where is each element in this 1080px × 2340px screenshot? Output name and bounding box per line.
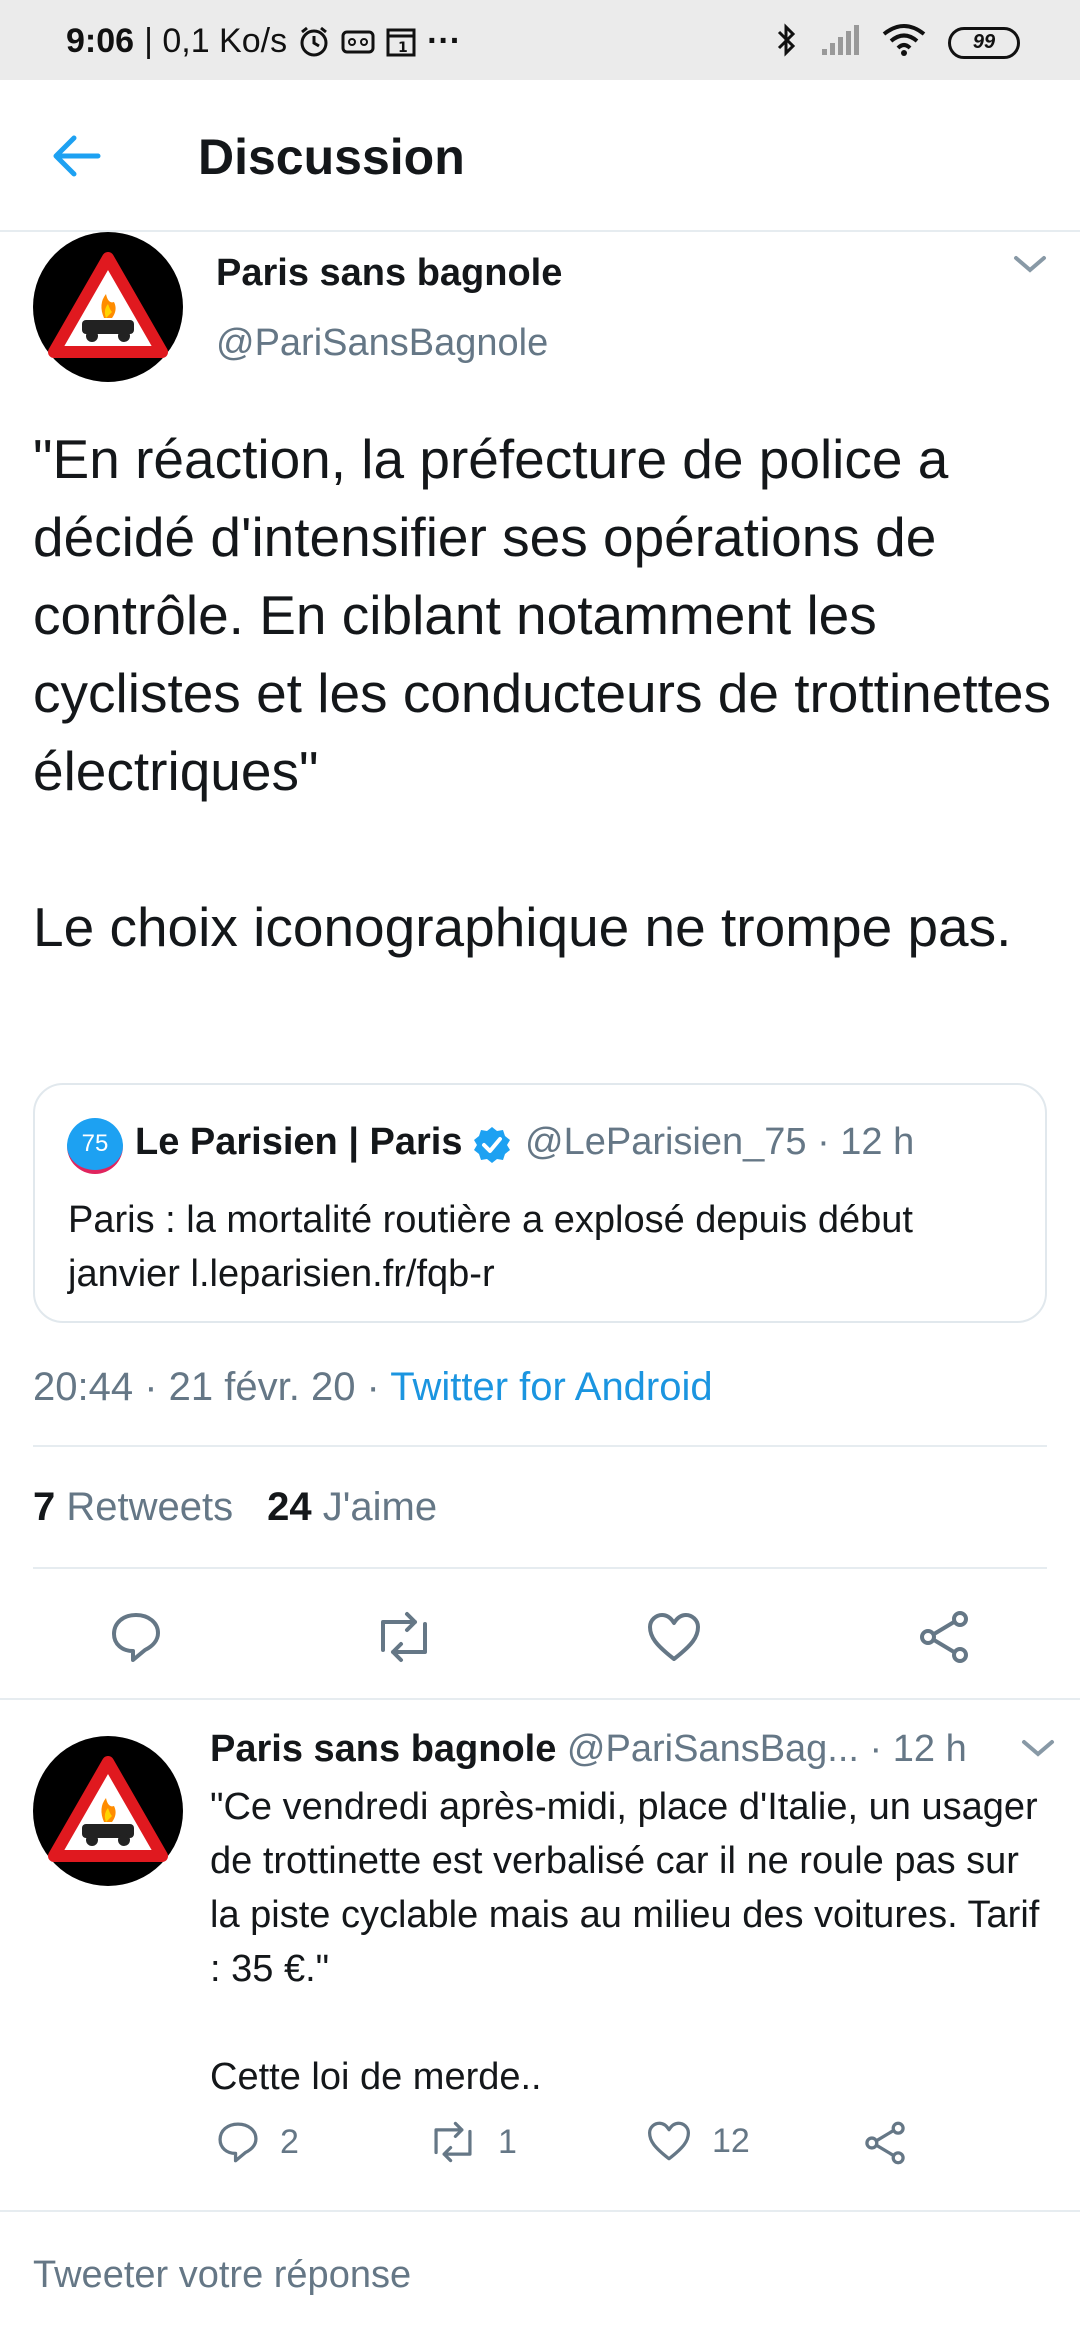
heart-icon: [648, 2121, 690, 2161]
client-link[interactable]: Twitter for Android: [390, 1365, 712, 1409]
reply-retweet-button[interactable]: 1: [428, 2120, 517, 2164]
reply-like-count: 12: [712, 2121, 750, 2160]
retweets-count[interactable]: 7 Retweets: [33, 1485, 233, 1530]
section-divider: [0, 2210, 1080, 2212]
heart-icon: [648, 1613, 700, 1661]
reply-handle-time: @PariSansBag... · 12 h: [556, 1728, 967, 1770]
likes-count[interactable]: 24 J'aime: [267, 1485, 437, 1530]
tweet-timestamp: 20:44 · 21 févr. 20 · Twitter for Androi…: [33, 1365, 713, 1410]
reply-author-name[interactable]: Paris sans bagnole: [210, 1728, 556, 1770]
tweet-text: "En réaction, la préfecture de police a …: [33, 428, 1051, 958]
share-icon: [865, 2121, 905, 2165]
compose-reply-input[interactable]: Tweeter votre réponse: [33, 2254, 411, 2297]
app-header: Discussion: [0, 80, 1080, 232]
battery-indicator: 99: [948, 26, 1020, 59]
voicemail-icon: [341, 28, 375, 56]
warning-sign-icon: [48, 1756, 168, 1862]
back-button[interactable]: [46, 126, 106, 186]
page-title: Discussion: [198, 129, 465, 185]
status-bar-right: 99: [776, 22, 1020, 63]
bluetooth-icon: [776, 22, 798, 63]
reply-header: Paris sans bagnole @PariSansBag... · 12 …: [210, 1728, 967, 1771]
share-icon: [920, 1611, 968, 1663]
retweet-icon: [381, 1612, 427, 1662]
wifi-icon: [882, 23, 926, 62]
more-notifications-icon: ···: [427, 22, 462, 60]
reply-retweet-count: 1: [498, 2122, 517, 2161]
svg-text:1: 1: [398, 40, 408, 56]
quoted-avatar: 75: [67, 1118, 123, 1174]
verified-badge-icon: [472, 1125, 512, 1170]
section-divider: [0, 1698, 1080, 1700]
calendar-icon: 1: [385, 26, 417, 58]
reply-icon: [218, 2122, 258, 2163]
reply-options-button[interactable]: [1020, 1736, 1056, 1765]
warning-sign-icon: [48, 252, 168, 358]
alarm-icon: [297, 25, 331, 59]
retweet-icon: [434, 2121, 472, 2163]
status-speed: | 0,1 Ko/s: [144, 22, 288, 60]
reply-icon: [112, 1613, 160, 1662]
share-button[interactable]: [907, 1600, 981, 1674]
engagement-counts: 7 Retweets 24 J'aime: [33, 1485, 437, 1530]
tweet-options-button[interactable]: [1012, 252, 1048, 281]
reply-share-button[interactable]: [862, 2120, 908, 2166]
retweets-label: Retweets: [66, 1485, 234, 1529]
reply-text: "Ce vendredi après-midi, place d'Italie,…: [210, 1786, 1040, 2098]
reply-count: 2: [280, 2122, 299, 2161]
chevron-down-icon: [1022, 1740, 1054, 1757]
quoted-author-name: Le Parisien | Paris: [135, 1121, 463, 1163]
signal-icon: [820, 23, 860, 62]
tweet-action-bar: [0, 1600, 1080, 1674]
chevron-down-icon: [1014, 256, 1046, 273]
reply-button[interactable]: [99, 1600, 173, 1674]
quoted-tweet-text: Paris : la mortalité routière a explosé …: [68, 1199, 913, 1295]
divider: [33, 1445, 1047, 1447]
author-avatar[interactable]: [33, 232, 183, 382]
author-name[interactable]: Paris sans bagnole: [216, 252, 562, 295]
like-button[interactable]: [637, 1600, 711, 1674]
quoted-tweet-card[interactable]: 75 Le Parisien | Paris @LeParisien_75 · …: [33, 1083, 1047, 1323]
quoted-handle-time: @LeParisien_75 · 12 h: [525, 1121, 915, 1163]
reply-action-bar: 2 1 12: [210, 2120, 1010, 2180]
author-handle[interactable]: @PariSansBagnole: [216, 322, 548, 365]
retweets-number: 7: [33, 1485, 56, 1529]
status-time: 9:06: [66, 22, 135, 60]
reply-like-button[interactable]: 12: [646, 2120, 750, 2162]
timestamp-text: 20:44 · 21 févr. 20 ·: [33, 1365, 391, 1409]
likes-label: J'aime: [322, 1485, 438, 1529]
arrow-left-icon: [53, 135, 101, 177]
retweet-button[interactable]: [367, 1600, 441, 1674]
status-bar: 9:06 | 0,1 Ko/s 1 ··· 99: [0, 0, 1080, 80]
reply-reply-button[interactable]: 2: [216, 2120, 299, 2164]
status-bar-left: 9:06 | 0,1 Ko/s 1 ···: [66, 22, 461, 61]
reply-author-avatar[interactable]: [33, 1736, 183, 1886]
divider: [33, 1567, 1047, 1569]
likes-number: 24: [267, 1485, 312, 1529]
